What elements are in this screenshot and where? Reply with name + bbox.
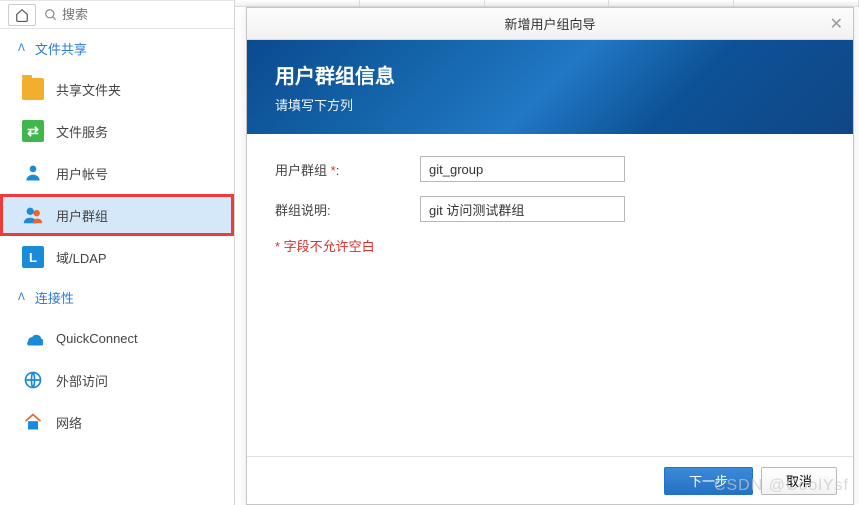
dialog-title: 新增用户组向导: [504, 14, 595, 33]
chevron-up-icon: ᐱ: [18, 43, 25, 54]
home-button[interactable]: [8, 4, 36, 26]
dialog-footer: 下一步 取消: [247, 456, 853, 504]
section-connectivity[interactable]: ᐱ 连接性: [0, 278, 234, 317]
next-button[interactable]: 下一步: [664, 467, 753, 495]
sidebar-item-label: 共享文件夹: [56, 80, 121, 99]
top-tabs: [235, 0, 859, 7]
globe-icon: [22, 369, 44, 391]
file-services-icon: ⇄: [22, 120, 44, 142]
sidebar-item-file-services[interactable]: ⇄ 文件服务: [0, 110, 234, 152]
section-fileshare[interactable]: ᐱ 文件共享: [0, 29, 234, 68]
home-icon: [15, 8, 29, 22]
cloud-icon: [22, 327, 44, 349]
form-row-desc: 群组说明:: [275, 196, 825, 222]
dialog-body: 用户群组 *: 群组说明: * 字段不允许空白: [247, 134, 853, 456]
sidebar: ᐱ 文件共享 共享文件夹 ⇄ 文件服务 用户帐号 用户群组 L 域/LDAP ᐱ…: [0, 0, 235, 505]
user-group-icon: [22, 204, 44, 226]
search-box[interactable]: [44, 7, 226, 22]
desc-label: 群组说明:: [275, 200, 420, 219]
sidebar-item-label: QuickConnect: [56, 331, 138, 346]
group-desc-input[interactable]: [420, 196, 625, 222]
sidebar-item-user-account[interactable]: 用户帐号: [0, 152, 234, 194]
dialog-banner: 用户群组信息 请填写下方列: [247, 40, 853, 134]
dialog-titlebar: 新增用户组向导 ✕: [247, 8, 853, 40]
shared-folder-icon: [22, 78, 44, 100]
group-label: 用户群组 *:: [275, 160, 420, 179]
chevron-up-icon: ᐱ: [18, 292, 25, 303]
section-label: 文件共享: [35, 39, 87, 58]
cancel-button[interactable]: 取消: [761, 467, 837, 495]
sidebar-header: [0, 0, 234, 29]
group-name-input[interactable]: [420, 156, 625, 182]
close-button[interactable]: ✕: [830, 14, 843, 34]
sidebar-item-domain-ldap[interactable]: L 域/LDAP: [0, 236, 234, 278]
ldap-icon: L: [22, 246, 44, 268]
sidebar-item-label: 用户帐号: [56, 164, 108, 183]
network-icon: [22, 411, 44, 433]
form-row-group: 用户群组 *:: [275, 156, 825, 182]
banner-title: 用户群组信息: [275, 60, 825, 89]
sidebar-item-quickconnect[interactable]: QuickConnect: [0, 317, 234, 359]
content-area: 新增用户组向导 ✕ 用户群组信息 请填写下方列 用户群组 *: 群组说明: * …: [235, 0, 859, 505]
search-icon: [44, 8, 58, 22]
user-icon: [22, 162, 44, 184]
sidebar-item-network[interactable]: 网络: [0, 401, 234, 443]
sidebar-item-label: 域/LDAP: [56, 248, 107, 267]
sidebar-item-label: 外部访问: [56, 371, 108, 390]
banner-subtitle: 请填写下方列: [275, 95, 825, 114]
required-note: * 字段不允许空白: [275, 236, 825, 255]
sidebar-item-label: 用户群组: [56, 206, 108, 225]
sidebar-item-user-group[interactable]: 用户群组: [0, 194, 234, 236]
search-input[interactable]: [62, 7, 162, 22]
section-label: 连接性: [35, 288, 74, 307]
sidebar-item-label: 文件服务: [56, 122, 108, 141]
sidebar-item-external-access[interactable]: 外部访问: [0, 359, 234, 401]
wizard-dialog: 新增用户组向导 ✕ 用户群组信息 请填写下方列 用户群组 *: 群组说明: * …: [246, 7, 854, 505]
sidebar-item-label: 网络: [56, 413, 82, 432]
sidebar-item-shared-folder[interactable]: 共享文件夹: [0, 68, 234, 110]
